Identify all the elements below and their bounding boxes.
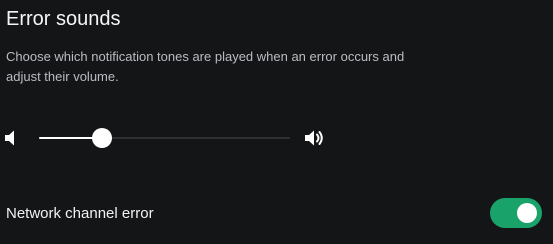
volume-slider[interactable] [39, 124, 290, 152]
toggle-row-network-channel-error: Network channel error [0, 196, 553, 232]
volume-high-icon[interactable] [304, 129, 324, 147]
section-title: Error sounds [6, 8, 121, 30]
error-sounds-panel: Error sounds Choose which notification t… [0, 0, 553, 244]
volume-slider-thumb[interactable] [92, 128, 112, 148]
toggle-label: Network channel error [6, 205, 154, 222]
section-description: Choose which notification tones are play… [6, 49, 405, 84]
toggle-knob [517, 203, 537, 223]
network-channel-error-toggle[interactable] [490, 198, 542, 228]
volume-row [0, 124, 553, 152]
volume-low-icon[interactable] [4, 129, 24, 147]
